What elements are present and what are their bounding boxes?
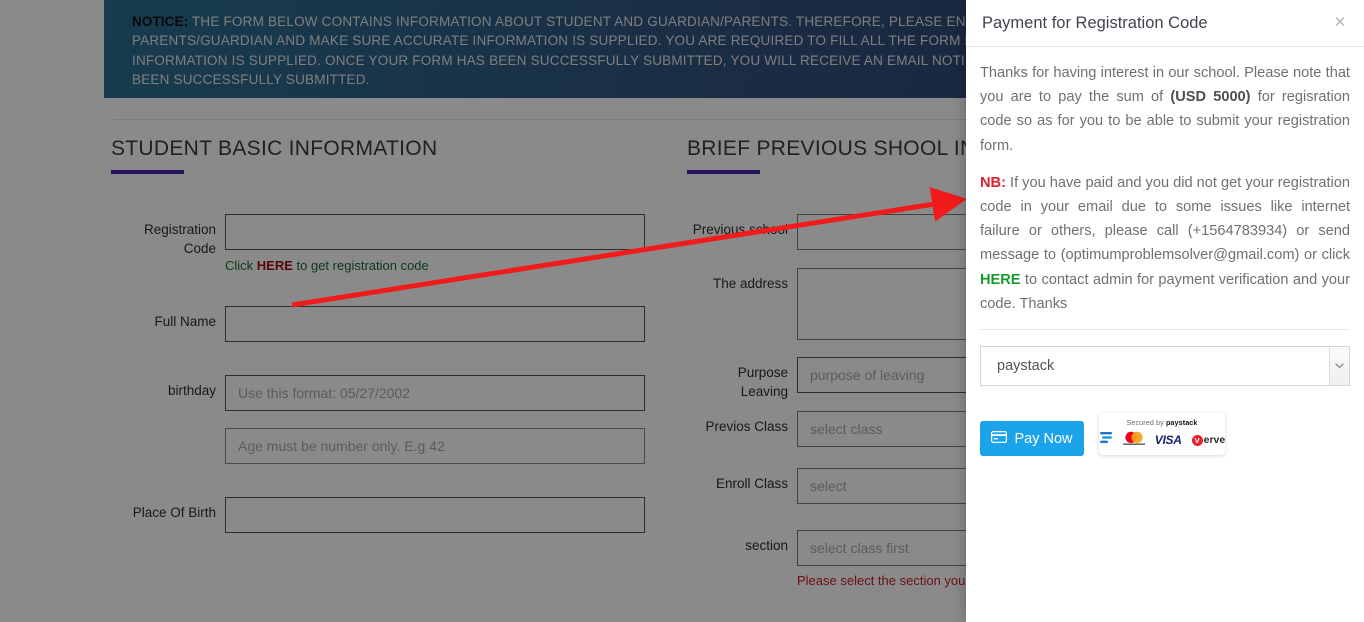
card-logos: VISA Verve xyxy=(1099,431,1225,449)
nb-part1: If you have paid and you did not get you… xyxy=(980,174,1350,264)
verve-icon: Verve xyxy=(1191,434,1225,446)
credit-card-icon xyxy=(991,430,1008,447)
close-icon[interactable]: × xyxy=(1329,12,1351,34)
modal-paragraph-intro: Thanks for having interest in our school… xyxy=(980,61,1350,158)
secure-prefix: Secured by xyxy=(1126,418,1166,428)
secure-badge-caption: Secured by paystack xyxy=(1099,418,1225,427)
nb-here-link[interactable]: HERE xyxy=(980,272,1021,288)
payment-actions: Pay Now Secured by paystack VISA V erve xyxy=(980,413,1350,457)
payment-gateway-select-wrap: paystack xyxy=(980,346,1350,387)
pay-now-button[interactable]: Pay Now xyxy=(980,421,1084,457)
mastercard-icon xyxy=(1122,431,1145,450)
payment-gateway-select[interactable]: paystack xyxy=(980,346,1350,387)
pay-now-label: Pay Now xyxy=(1014,430,1073,447)
modal-header: Payment for Registration Code × xyxy=(966,0,1364,47)
nb-part2: to contact admin for payment verificatio… xyxy=(980,271,1350,312)
modal-divider xyxy=(980,329,1350,331)
paystack-secure-badge: Secured by paystack VISA V erve xyxy=(1099,413,1225,456)
modal-paragraph-nb: NB: If you have paid and you did not get… xyxy=(980,171,1350,316)
visa-icon: VISA xyxy=(1154,433,1182,448)
screen: NOTICE: THE FORM BELOW CONTAINS INFORMAT… xyxy=(0,0,1364,622)
payment-modal: Payment for Registration Code × Thanks f… xyxy=(966,0,1364,622)
secure-brand: paystack xyxy=(1165,418,1198,428)
modal-body: Thanks for having interest in our school… xyxy=(966,47,1364,457)
bank-transfer-icon xyxy=(1099,431,1113,449)
modal-title: Payment for Registration Code xyxy=(982,13,1208,32)
verve-mark: V xyxy=(1191,434,1203,446)
payment-amount: (USD 5000) xyxy=(1170,89,1251,106)
nb-label: NB: xyxy=(980,174,1006,191)
